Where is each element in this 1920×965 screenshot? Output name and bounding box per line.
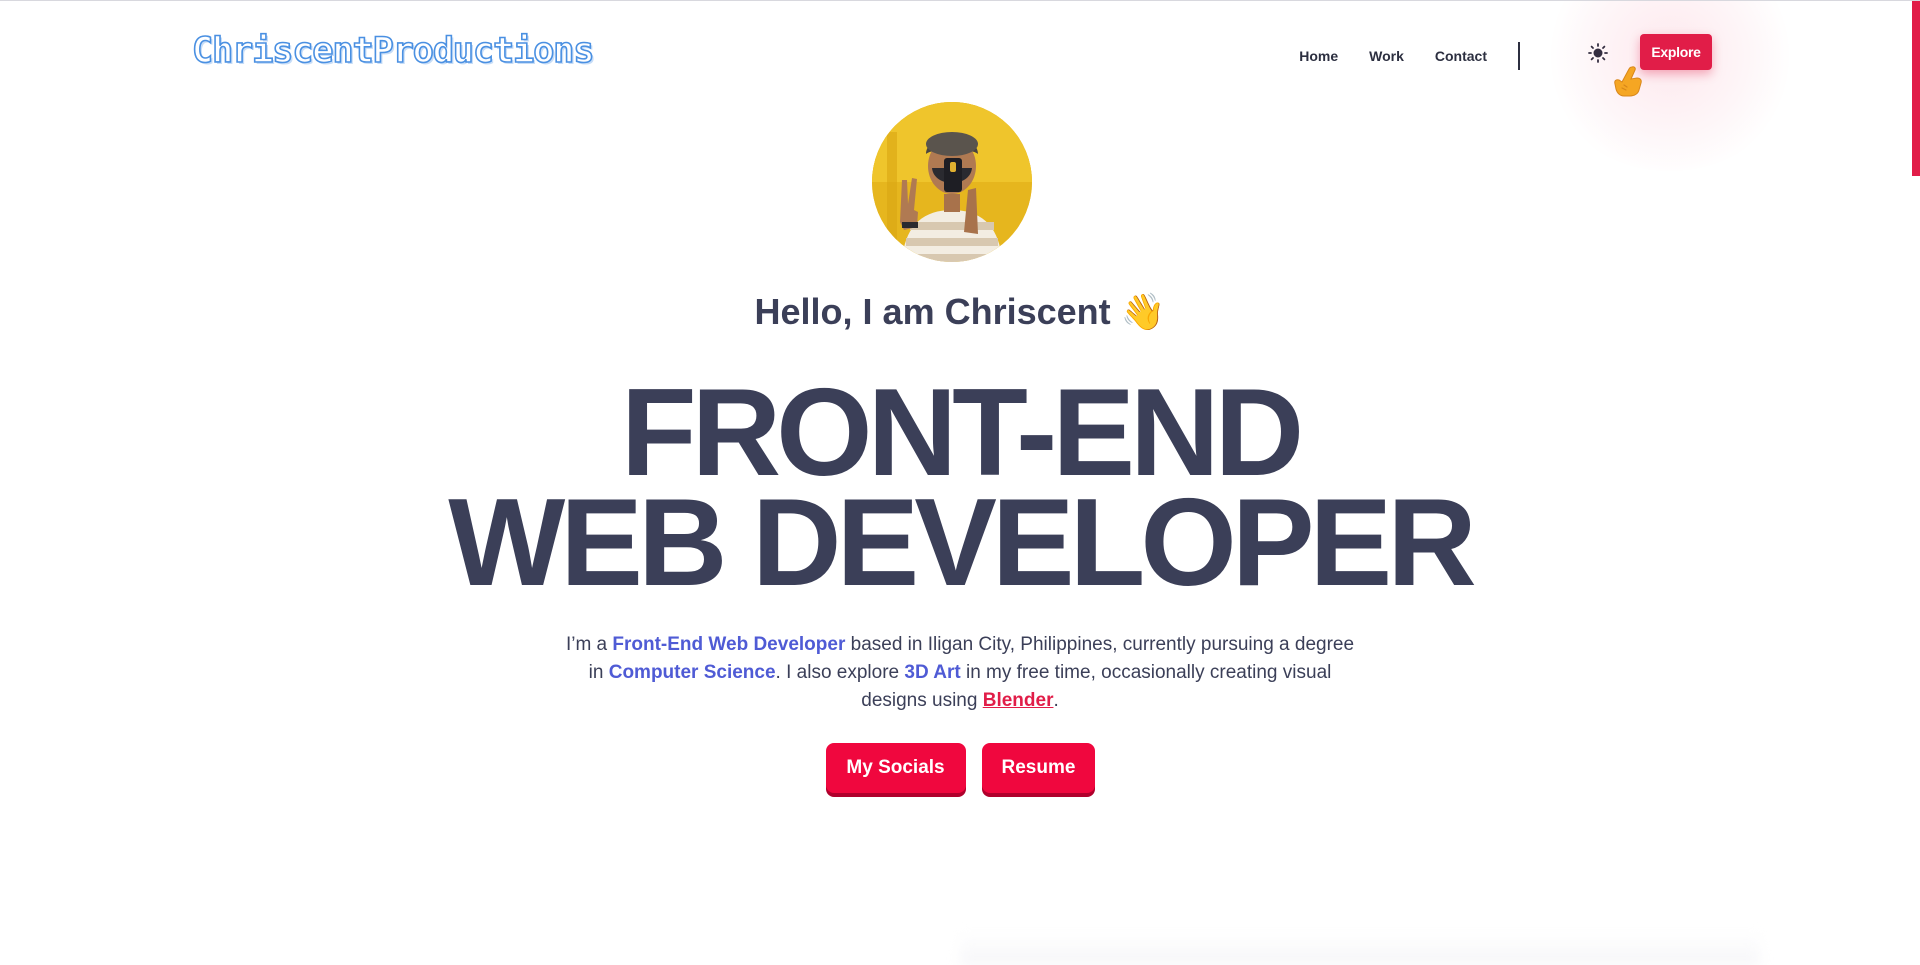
hero-actions: My Socials Resume bbox=[0, 743, 1920, 793]
description-text-5: . bbox=[1053, 690, 1059, 711]
hero-greeting: Hello, I am Chriscent 👋 bbox=[754, 291, 1166, 332]
profile-photo bbox=[872, 102, 1032, 262]
main-nav: Home Work Contact bbox=[1268, 42, 1520, 70]
hero-title-line-2: WEB DEVELOPER bbox=[448, 474, 1477, 612]
nav-link-work[interactable]: Work bbox=[1369, 48, 1404, 64]
my-socials-button[interactable]: My Socials bbox=[825, 743, 966, 793]
section-fade bbox=[960, 931, 1760, 965]
nav-divider bbox=[1518, 42, 1520, 70]
site-header: ChriscentProductions Home Work Contact E… bbox=[0, 1, 1920, 171]
highlight-front-end-developer: Front-End Web Developer bbox=[612, 634, 846, 655]
description-text-1: I’m a bbox=[565, 634, 613, 655]
hero-description: I’m a Front-End Web Developer based in I… bbox=[560, 631, 1360, 715]
portfolio-page: ChriscentProductions Home Work Contact E… bbox=[0, 0, 1920, 965]
explore-glow bbox=[1540, 1, 1800, 171]
description-text-3: . I also explore bbox=[775, 662, 905, 683]
nav-link-home[interactable]: Home bbox=[1299, 48, 1338, 64]
highlight-computer-science: Computer Science bbox=[608, 662, 776, 683]
resume-button[interactable]: Resume bbox=[981, 743, 1095, 793]
nav-link-contact[interactable]: Contact bbox=[1435, 48, 1487, 64]
scroll-progress-bar bbox=[1912, 1, 1920, 176]
highlight-3d-art: 3D Art bbox=[904, 662, 961, 683]
explore-button[interactable]: Explore bbox=[1640, 34, 1712, 70]
site-logo[interactable]: ChriscentProductions bbox=[191, 30, 595, 72]
pointing-hand-icon bbox=[1610, 63, 1646, 99]
blender-link[interactable]: Blender bbox=[983, 690, 1054, 711]
